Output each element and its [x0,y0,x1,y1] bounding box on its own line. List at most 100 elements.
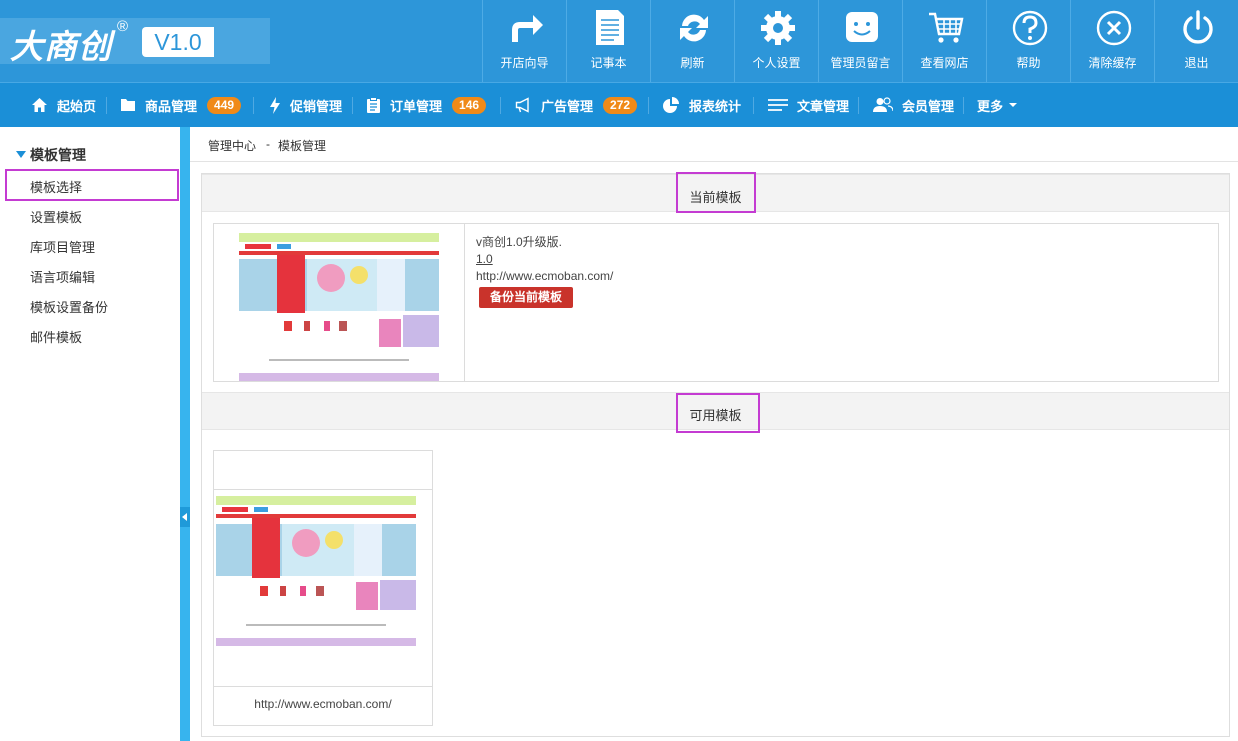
tool-label: 清除缓存 [1088,56,1137,70]
nav-item-label: 报表统计 [689,98,742,114]
nav-item-goods[interactable]: 商品管理 449 [120,83,242,127]
nav-item-promotion[interactable]: 促销管理 [269,83,342,127]
sidebar: 模板管理 模板选择 设置模板 库项目管理 语言项编辑 模板设置备份 邮件模板 [0,127,180,741]
home-icon [32,98,47,112]
notepad-icon [596,10,624,45]
nav-item-articles[interactable]: 文章管理 [768,83,849,127]
sidebar-item-language-edit[interactable]: 语言项编辑 [30,267,95,286]
tool-label: 刷新 [680,56,705,70]
nav-item-label: 文章管理 [797,98,850,114]
template-main-panel: 当前模板 v商创1.0升级版. 1.0 http://www.ecmoban.c… [201,172,1230,737]
template-card-url: http://www.ecmoban.com/ [254,697,392,711]
tool-label: 管理员留言 [830,56,891,70]
nav-badge-ads: 272 [603,96,638,114]
collapse-sidebar-arrow-icon[interactable] [180,507,190,527]
nav-badge-goods: 449 [207,96,242,114]
folder-icon [121,99,135,111]
breadcrumb-current: 模板管理 [278,139,327,153]
main-nav: 起始页 商品管理 449 促销管理 订单管理 146 广告管理 272 报表统计… [0,82,1238,127]
smile-message-icon [846,12,878,42]
question-icon [1012,10,1048,46]
nav-separator [106,97,107,114]
tool-personal-settings[interactable]: 个人设置 [734,0,818,82]
gear-icon [761,11,795,45]
tool-view-store[interactable]: 查看网店 [902,0,986,82]
current-template-info: v商创1.0升级版. 1.0 http://www.ecmoban.com/ 备… [476,234,613,308]
template-card-title-row [214,451,432,490]
nav-item-label: 起始页 [57,98,97,114]
breadcrumb-root[interactable]: 管理中心 [208,137,256,154]
sidebar-splitter[interactable] [180,127,190,741]
sidebar-title[interactable]: 模板管理 [16,145,86,165]
nav-separator [858,97,859,114]
tool-help[interactable]: 帮助 [986,0,1070,82]
nav-item-ads[interactable]: 广告管理 272 [515,83,638,127]
available-templates-header: 可用模板 [202,392,1229,430]
cart-icon [929,12,964,43]
tool-clear-cache[interactable]: 清除缓存 [1070,0,1154,82]
clipboard-icon [367,96,380,113]
nav-separator [753,97,754,114]
logo-version: V1.0 [142,27,214,57]
nav-item-more[interactable]: 更多 [977,83,1018,127]
nav-item-label: 订单管理 [390,98,443,114]
backup-current-template-button[interactable]: 备份当前模板 [479,287,574,308]
tool-label: 个人设置 [752,56,801,70]
current-template-name: v商创1.0升级版. [476,235,563,249]
tool-label: 开店向导 [500,56,549,70]
tool-admin-message[interactable]: 管理员留言 [818,0,902,82]
nav-item-label: 广告管理 [541,98,594,114]
sidebar-item-mail-templates[interactable]: 邮件模板 [30,327,82,346]
current-template-box: v商创1.0升级版. 1.0 http://www.ecmoban.com/ 备… [213,223,1219,382]
nav-separator [352,97,353,114]
nav-item-orders[interactable]: 订单管理 146 [366,83,487,127]
nav-badge-orders: 146 [452,96,487,114]
power-icon [1183,10,1213,44]
breadcrumb: 管理中心 - 模板管理 [190,127,1238,162]
available-template-card[interactable]: http://www.ecmoban.com/ [213,450,433,726]
list-icon [768,99,788,111]
users-icon [873,97,893,112]
tool-label: 记事本 [590,56,627,70]
top-bar: 大商创 ® V1.0 开店向导 记事本 刷新 个人设置 管理员留言 查看网店 帮… [0,0,1238,82]
nav-item-reports[interactable]: 报表统计 [662,83,741,127]
nav-separator [500,97,501,114]
template-screenshot-thumbnail[interactable] [216,496,416,646]
tool-label: 帮助 [1016,56,1041,70]
logo-brand: 大商创 [10,27,112,66]
tool-label: 退出 [1184,56,1209,70]
nav-separator [963,97,964,114]
current-template-header: 当前模板 [202,174,1229,212]
available-templates-heading: 可用模板 [689,408,742,423]
nav-item-label: 会员管理 [902,98,955,114]
megaphone-icon [515,97,529,113]
sidebar-item-library-items[interactable]: 库项目管理 [30,237,95,256]
tool-notepad[interactable]: 记事本 [566,0,650,82]
nav-item-label: 促销管理 [290,98,343,114]
tool-refresh[interactable]: 刷新 [650,0,734,82]
sidebar-item-settings-backup[interactable]: 模板设置备份 [30,297,108,316]
sidebar-item-template-settings[interactable]: 设置模板 [30,207,82,226]
current-template-heading: 当前模板 [689,190,742,205]
caret-down-icon [1009,103,1018,107]
tool-open-store-guide[interactable]: 开店向导 [482,0,566,82]
nav-item-members[interactable]: 会员管理 [873,83,954,127]
current-template-url: http://www.ecmoban.com/ [476,269,614,283]
template-screenshot-thumbnail [239,233,439,381]
toolbar: 开店向导 记事本 刷新 个人设置 管理员留言 查看网店 帮助 清除缓存 退出 [482,0,1238,82]
close-circle-icon [1096,10,1132,46]
tool-logout[interactable]: 退出 [1154,0,1238,82]
template-card-spacer-row [214,647,432,687]
breadcrumb-separator: - [266,137,270,151]
nav-item-home[interactable]: 起始页 [31,83,96,127]
nav-separator [648,97,649,114]
share-arrow-icon [512,15,543,42]
current-template-version-link[interactable]: 1.0 [476,252,493,266]
nav-separator [253,97,254,114]
tool-label: 查看网店 [920,56,969,70]
current-template-preview [214,224,465,381]
nav-item-label: 更多 [977,98,1004,114]
nav-item-label: 商品管理 [145,98,198,114]
pie-chart-icon [663,97,679,113]
sidebar-item-template-select[interactable]: 模板选择 [30,177,82,196]
